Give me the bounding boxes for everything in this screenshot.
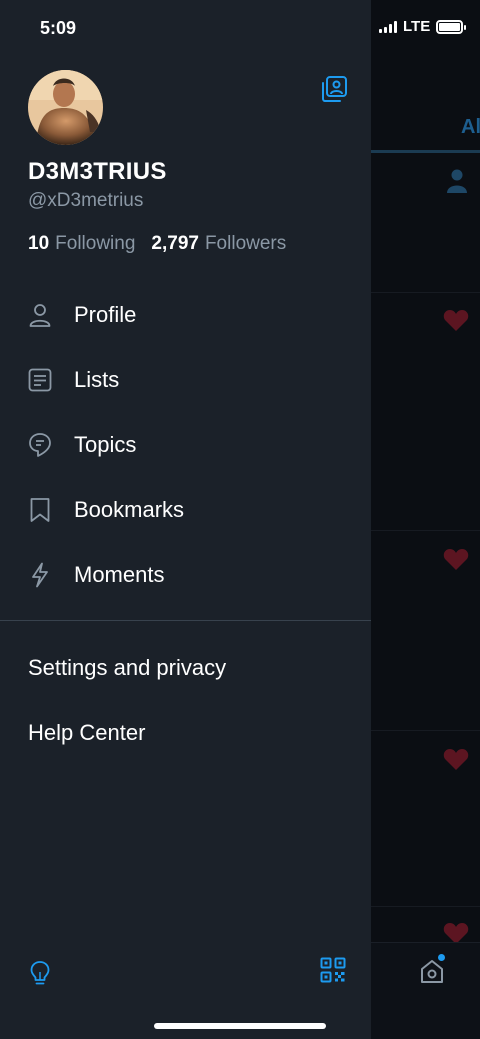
tab-underline [371,150,480,153]
follow-stats: 10 Following 2,797 Followers [28,233,296,255]
background-tab: Al [461,116,480,138]
help-center-link[interactable]: Help Center [28,720,145,746]
navigation-drawer: 5:09 D3M3TRIUS @xD3metrius 10 Following … [0,0,371,1039]
menu-item-profile[interactable]: Profile [0,282,371,347]
row-divider [371,906,480,907]
menu-item-bookmarks[interactable]: Bookmarks [0,477,371,542]
heart-icon [443,310,469,331]
settings-and-privacy-link[interactable]: Settings and privacy [28,655,226,681]
lightbulb-icon[interactable] [29,960,51,986]
background-timeline: LTE Al [371,0,480,1039]
topics-icon [28,432,52,458]
user-handle[interactable]: @xD3metrius [28,190,143,212]
menu-item-label: Bookmarks [74,496,185,522]
battery-icon [436,19,467,34]
following-count[interactable]: 10 [28,233,49,255]
menu-item-label: Topics [74,431,137,457]
display-name[interactable]: D3M3TRIUS [28,158,167,186]
menu-item-lists[interactable]: Lists [0,347,371,412]
menu-item-label: Lists [74,366,120,392]
heart-icon [443,549,469,570]
avatar-image [28,70,103,145]
person-icon [28,302,52,328]
menu-divider [0,620,371,621]
lightning-icon [28,562,52,588]
status-bar-right: LTE [379,18,467,35]
avatar[interactable] [28,70,103,145]
home-indicator [154,1023,326,1029]
row-divider [371,730,480,731]
home-icon[interactable] [419,958,445,984]
row-divider [371,292,480,293]
bookmark-icon [28,497,52,523]
following-label[interactable]: Following [55,233,135,255]
heart-icon [443,749,469,770]
qr-code-icon[interactable] [320,957,346,983]
row-divider [371,530,480,531]
person-icon [447,169,467,193]
drawer-menu: Profile Lists Topics Bookmarks Moments [0,282,371,607]
followers-count[interactable]: 2,797 [151,233,199,255]
network-label: LTE [403,18,431,35]
menu-item-moments[interactable]: Moments [0,542,371,607]
notification-dot [438,954,445,961]
status-time: 5:09 [40,18,77,38]
bottom-tab-bar [371,942,480,1039]
menu-item-label: Profile [74,301,137,327]
menu-item-topics[interactable]: Topics [0,412,371,477]
account-switch-icon[interactable] [320,75,348,103]
signal-icon [379,20,397,33]
menu-item-label: Moments [74,561,165,587]
followers-label[interactable]: Followers [205,233,286,255]
list-icon [28,367,52,393]
